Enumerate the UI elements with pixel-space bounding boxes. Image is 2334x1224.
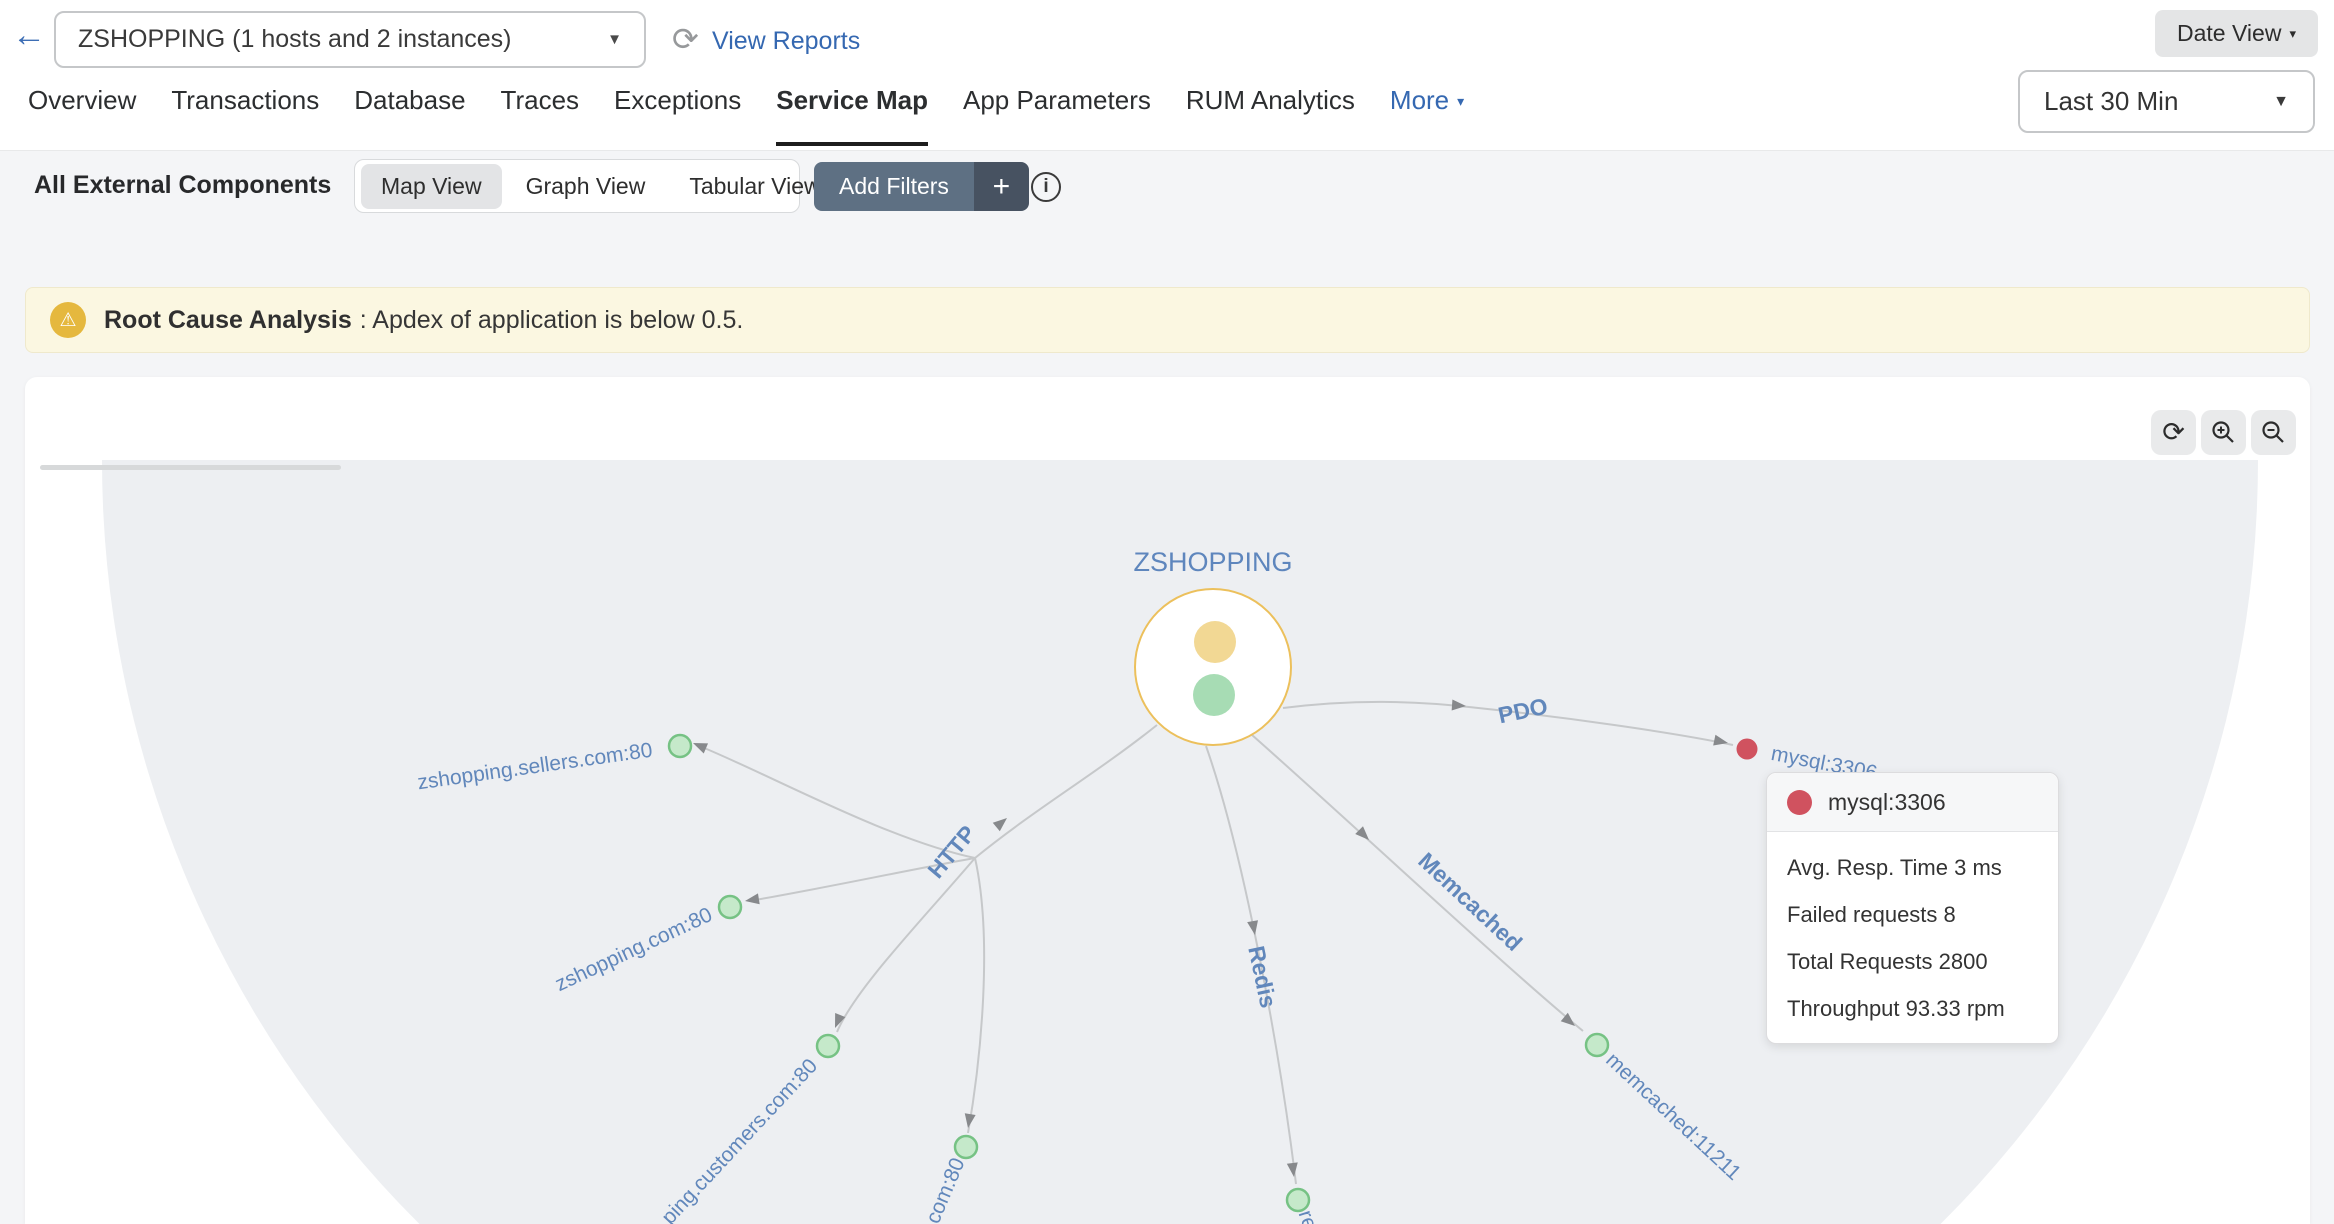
root-cause-alert-banner: ⚠ Root Cause Analysis : Apdex of applica… [25, 287, 2310, 353]
scope-label: All External Components [34, 171, 331, 200]
map-controls: ⟳ [2151, 410, 2296, 455]
back-arrow-icon[interactable]: ← [12, 18, 46, 52]
metric-value: 2800 [1939, 949, 1988, 974]
alert-message: : Apdex of application is below 0.5. [360, 306, 744, 335]
time-range-value: Last 30 Min [2044, 86, 2178, 117]
tab-database[interactable]: Database [354, 85, 465, 146]
app-node-circle[interactable] [1134, 588, 1292, 746]
date-view-label: Date View [2177, 20, 2281, 47]
refresh-icon: ⟳ [2162, 419, 2185, 446]
edge-arrowheads [691, 700, 1729, 1178]
service-map-card: ⟳ ZSHOPPING [25, 377, 2310, 1224]
zoom-in-icon [2210, 419, 2237, 446]
edge-http-trunk [975, 725, 1157, 858]
node-zshopping-com[interactable] [719, 896, 741, 918]
node-redis[interactable] [1287, 1189, 1309, 1211]
view-option-graph[interactable]: Graph View [506, 164, 666, 209]
view-switcher: Map View Graph View Tabular View [354, 159, 800, 213]
tooltip-title: mysql:3306 [1828, 789, 1946, 816]
app-instance-healthy-dot[interactable] [1193, 674, 1235, 716]
mysql-node-tooltip: mysql:3306 Avg. Resp. Time 3 ms Failed r… [1766, 772, 2059, 1044]
tooltip-body: Avg. Resp. Time 3 ms Failed requests 8 T… [1767, 832, 2058, 1044]
info-icon[interactable]: i [1031, 172, 1061, 202]
tooltip-metric-row: Avg. Resp. Time 3 ms [1787, 844, 2038, 891]
tab-more[interactable]: More ▾ [1390, 85, 1464, 146]
application-selector-value: ZSHOPPING (1 hosts and 2 instances) [78, 25, 512, 54]
metric-label: Failed requests [1787, 902, 1937, 927]
node-mysql[interactable] [1737, 739, 1758, 760]
map-refresh-button[interactable]: ⟳ [2151, 410, 2196, 455]
tab-service-map[interactable]: Service Map [776, 85, 928, 146]
alert-title: Root Cause Analysis [104, 306, 352, 335]
tooltip-header: mysql:3306 [1767, 773, 2058, 832]
metric-label: Throughput [1787, 996, 1900, 1021]
edge-http-customers [837, 858, 975, 1032]
add-filters-group: Add Filters + [814, 162, 1029, 211]
critical-status-dot [1787, 790, 1812, 815]
tooltip-metric-row: Throughput 93.33 rpm [1787, 985, 2038, 1032]
metric-label: Avg. Resp. Time [1787, 855, 1948, 880]
tab-rum-analytics[interactable]: RUM Analytics [1186, 85, 1355, 146]
metric-value: 8 [1944, 902, 1956, 927]
tab-overview[interactable]: Overview [28, 85, 136, 146]
application-selector[interactable]: ZSHOPPING (1 hosts and 2 instances) ▼ [54, 11, 646, 68]
node-memcached[interactable] [1586, 1034, 1608, 1056]
node-customers[interactable] [817, 1035, 839, 1057]
metric-label: Total Requests [1787, 949, 1933, 974]
date-view-button[interactable]: Date View ▾ [2155, 10, 2318, 57]
add-filters-button[interactable]: Add Filters [814, 162, 974, 211]
warning-icon: ⚠ [50, 302, 86, 338]
map-zoom-in-button[interactable] [2201, 410, 2246, 455]
tooltip-metric-row: Total Requests 2800 [1787, 938, 2038, 985]
map-zoom-out-button[interactable] [2251, 410, 2296, 455]
edge-http-port80 [968, 858, 984, 1133]
node-sellers[interactable] [669, 735, 691, 757]
app-instance-warning-dot[interactable] [1194, 621, 1236, 663]
edge-http-sellers [697, 745, 975, 858]
tab-more-label: More [1390, 85, 1449, 116]
chevron-down-icon: ▼ [2273, 93, 2289, 111]
tab-exceptions[interactable]: Exceptions [614, 85, 741, 146]
tab-bar: Overview Transactions Database Traces Ex… [28, 85, 1464, 146]
metric-value: 93.33 rpm [1906, 996, 2005, 1021]
edge-memcached [1252, 735, 1583, 1031]
time-range-selector[interactable]: Last 30 Min ▼ [2018, 70, 2315, 133]
tooltip-metric-row: Failed requests 8 [1787, 891, 2038, 938]
chevron-down-icon: ▼ [607, 31, 622, 48]
tab-app-parameters[interactable]: App Parameters [963, 85, 1151, 146]
metric-value: 3 ms [1954, 855, 2002, 880]
node-port80[interactable] [955, 1136, 977, 1158]
view-reports-link[interactable]: View Reports [712, 27, 860, 56]
app-node-title[interactable]: ZSHOPPING [1113, 547, 1313, 578]
tab-transactions[interactable]: Transactions [171, 85, 319, 146]
chevron-down-icon: ▾ [2289, 26, 2296, 42]
zoom-out-icon [2260, 419, 2287, 446]
tab-traces[interactable]: Traces [501, 85, 580, 146]
add-filter-plus-button[interactable]: + [974, 162, 1029, 211]
view-option-map[interactable]: Map View [361, 164, 502, 209]
refresh-icon[interactable]: ⟳ [672, 20, 699, 58]
service-map-page: ← ZSHOPPING (1 hosts and 2 instances) ▼ … [0, 0, 2334, 1224]
chevron-down-icon: ▾ [1457, 93, 1464, 110]
